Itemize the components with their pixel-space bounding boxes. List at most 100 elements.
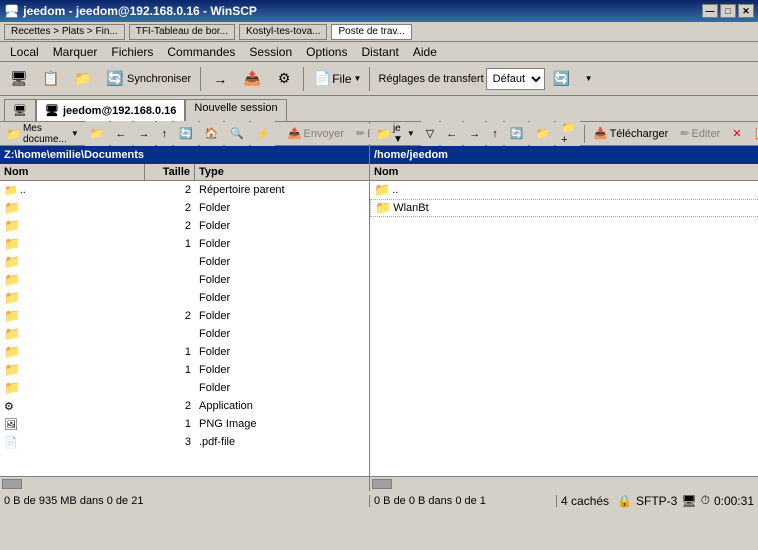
- toolbar-btn-5[interactable]: 📤: [237, 66, 267, 92]
- right-file-row[interactable]: 📁 .. 2: [370, 181, 758, 199]
- left-file-row[interactable]: 📁 2 Folder: [0, 307, 369, 325]
- copy-icon: 📋: [41, 69, 61, 89]
- sync-button[interactable]: 🔄 Synchroniser: [100, 66, 196, 92]
- right-file-name-text: ..: [392, 184, 398, 196]
- right-edit-btn[interactable]: ✏ Editer: [675, 124, 725, 144]
- right-folder-dropdown[interactable]: 📁 je ▼ ▼: [372, 124, 419, 144]
- toptab-4[interactable]: Poste de trav...: [331, 24, 412, 40]
- left-nav-btn-5[interactable]: 🔄: [174, 121, 198, 147]
- folder-icon: 📁: [4, 380, 20, 396]
- menu-options[interactable]: Options: [300, 43, 353, 61]
- left-file-row[interactable]: ⚙ 2 Application: [0, 397, 369, 415]
- menu-marquer[interactable]: Marquer: [47, 43, 104, 61]
- left-file-row[interactable]: 📁 2 Folder: [0, 199, 369, 217]
- left-nav-btn-6[interactable]: 🏠: [200, 121, 224, 147]
- toolbar-btn-4[interactable]: →: [205, 66, 235, 92]
- file-dropdown-button[interactable]: 📄 File ▼: [308, 69, 365, 89]
- right-copy-btn[interactable]: 📋: [748, 124, 758, 144]
- menu-session[interactable]: Session: [243, 43, 298, 61]
- left-file-row[interactable]: 📁 .. 2 Répertoire parent: [0, 181, 369, 199]
- right-file-row[interactable]: 📁 WlanBt 3: [370, 199, 758, 217]
- right-download-btn[interactable]: 📥 Télécharger: [589, 124, 673, 144]
- left-folder-dropdown[interactable]: 📁 Mes docume... ▼: [2, 124, 83, 144]
- left-file-row[interactable]: 🖼 1 PNG Image: [0, 415, 369, 433]
- toolbar-more-btn[interactable]: ▼: [579, 69, 597, 89]
- file-dropdown-arrow: ▼: [354, 74, 362, 83]
- right-back-btn[interactable]: ←: [441, 121, 462, 147]
- left-file-list-header: Nom Taille Type: [0, 164, 369, 181]
- menu-aide[interactable]: Aide: [407, 43, 443, 61]
- minimize-button[interactable]: —: [702, 4, 718, 18]
- left-file-row[interactable]: 📁 Folder: [0, 253, 369, 271]
- left-nav-btn-1[interactable]: 📁: [85, 121, 109, 147]
- file-type-cell: Folder: [195, 202, 369, 214]
- right-nav-3[interactable]: ↑: [487, 121, 503, 147]
- titlebar-buttons: — □ ✕: [702, 4, 754, 18]
- left-dropdown-arrow: ▼: [71, 129, 79, 138]
- right-col-name[interactable]: Nom: [370, 164, 758, 180]
- download-label: Télécharger: [610, 128, 669, 140]
- toolbar-btn-2[interactable]: 📋: [36, 66, 66, 92]
- file-name-cell: 📁: [0, 326, 145, 342]
- toolbar-refresh-btn[interactable]: 🔄: [547, 66, 577, 92]
- left-nav-btn-2[interactable]: ←: [111, 121, 132, 147]
- left-file-row[interactable]: 📁 Folder: [0, 289, 369, 307]
- menu-commandes[interactable]: Commandes: [161, 43, 241, 61]
- right-delete-btn[interactable]: ✕: [727, 124, 746, 144]
- toptab-2[interactable]: TFI-Tableau de bor...: [129, 24, 235, 40]
- active-session-tab[interactable]: 🖥 jeedom@192.168.0.16: [36, 99, 185, 121]
- folder-icon: 📁: [4, 236, 20, 252]
- left-nav-btn-7[interactable]: 🔍: [225, 121, 249, 147]
- left-file-row[interactable]: 📁 Folder: [0, 379, 369, 397]
- left-file-row[interactable]: 📁 1 Folder: [0, 235, 369, 253]
- toolbar-btn-6[interactable]: ⚙: [269, 66, 299, 92]
- right-forward-btn[interactable]: →: [464, 121, 485, 147]
- left-col-type[interactable]: Type: [195, 164, 369, 180]
- left-hscroll[interactable]: [0, 477, 370, 491]
- left-file-row[interactable]: 📁 1 Folder: [0, 361, 369, 379]
- file-name-cell: 📁: [0, 218, 145, 234]
- left-file-row[interactable]: 📁 Folder: [0, 271, 369, 289]
- left-col-size[interactable]: Taille: [145, 164, 195, 180]
- left-nav-btn-8[interactable]: ⚡: [251, 121, 275, 147]
- close-button[interactable]: ✕: [738, 4, 754, 18]
- right-nav-6[interactable]: 📁+: [556, 121, 580, 147]
- right-hscroll[interactable]: [370, 477, 758, 491]
- right-nav-4[interactable]: 🔄: [505, 121, 529, 147]
- menu-local[interactable]: Local: [4, 43, 45, 61]
- time-text: 0:00:31: [714, 494, 754, 508]
- left-file-row[interactable]: 📄 3 .pdf-file: [0, 433, 369, 451]
- left-send-btn[interactable]: 📤 Envoyer: [283, 124, 349, 144]
- left-nav-icon-4: ↑: [162, 128, 168, 140]
- window-title: jeedom - jeedom@192.168.0.16 - WinSCP: [23, 4, 257, 18]
- menu-fichiers[interactable]: Fichiers: [105, 43, 159, 61]
- new-session-button[interactable]: Nouvelle session: [185, 99, 286, 121]
- file-size-cell: 1: [145, 418, 195, 430]
- left-file-row[interactable]: 📁 2 Folder: [0, 217, 369, 235]
- file-type-cell: Application: [195, 400, 369, 412]
- right-filter-btn[interactable]: ▽: [421, 121, 439, 147]
- toptab-3[interactable]: Kostyl-tes-tova...: [239, 24, 327, 40]
- left-nav-icon-1: 📁: [90, 127, 104, 140]
- session-tab-label: jeedom@192.168.0.16: [63, 105, 176, 117]
- left-nav-btn-3[interactable]: →: [134, 121, 155, 147]
- left-file-row[interactable]: 📁 Folder: [0, 325, 369, 343]
- maximize-button[interactable]: □: [720, 4, 736, 18]
- left-nav-icon-2: ←: [116, 128, 127, 140]
- left-panel-toolbar: 📁 Mes docume... ▼ 📁 ← → ↑ 🔄 🏠 🔍 ⚡ 📤 Envo…: [0, 122, 369, 146]
- toolbar-btn-3[interactable]: 📁: [68, 66, 98, 92]
- transfer-select[interactable]: Défaut: [486, 68, 545, 90]
- file-type-cell: Folder: [195, 238, 369, 250]
- right-nav-5[interactable]: 📁: [530, 121, 554, 147]
- toptab-1[interactable]: Recettes > Plats > Fin...: [4, 24, 125, 40]
- session-icon: 🖥: [45, 104, 59, 117]
- toolbar-sep-1: [200, 67, 201, 91]
- right-edit-icon: ✏: [680, 127, 689, 140]
- file-name-cell: 📁: [0, 236, 145, 252]
- toolbar-btn-1[interactable]: 🖥: [4, 66, 34, 92]
- left-col-name[interactable]: Nom: [0, 164, 145, 180]
- left-nav-btn-4[interactable]: ↑: [157, 121, 173, 147]
- menu-distant[interactable]: Distant: [355, 43, 404, 61]
- left-file-row[interactable]: 📁 1 Folder: [0, 343, 369, 361]
- right-sep: [584, 125, 585, 143]
